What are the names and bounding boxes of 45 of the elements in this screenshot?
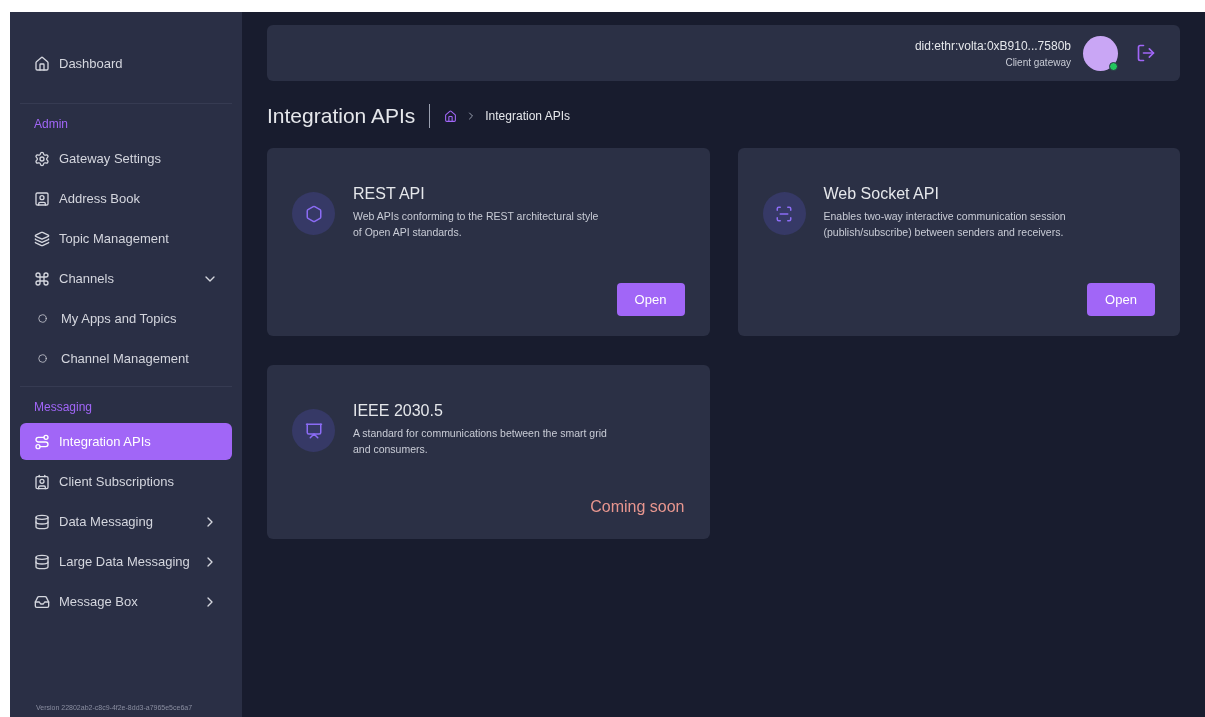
- gear-icon: [34, 150, 50, 167]
- sidebar-item[interactable]: Integration APIs: [20, 423, 232, 460]
- hexagon-icon: [304, 204, 323, 223]
- open-button[interactable]: Open: [616, 283, 685, 316]
- scan-icon: [775, 204, 793, 223]
- sidebar-item[interactable]: Address Book: [20, 180, 232, 217]
- inbox-icon: [34, 593, 50, 610]
- command-icon: [34, 270, 50, 287]
- status-label: Coming soon: [590, 497, 685, 517]
- database-icon: [34, 553, 50, 570]
- sidebar-item[interactable]: Channel Management: [20, 340, 232, 377]
- sidebar-item[interactable]: Topic Management: [20, 220, 232, 257]
- home-icon[interactable]: [444, 109, 458, 123]
- circle-icon: [38, 314, 47, 323]
- contact-card-icon: [34, 473, 50, 490]
- sidebar-item[interactable]: Gateway Settings: [20, 140, 232, 177]
- section-heading: Messaging: [33, 398, 94, 416]
- contact-card-icon: [34, 190, 50, 207]
- card-title: Web Socket API: [823, 184, 940, 204]
- open-button[interactable]: Open: [1087, 283, 1155, 316]
- card-description: Web APIs conforming to the REST architectural style of Open API standards.: [353, 209, 600, 240]
- database-icon: [34, 513, 50, 530]
- user-role: Client gateway: [1005, 55, 1071, 70]
- card-description: Enables two-way interactive communication session (publish/subscribe) between senders and receivers.: [823, 209, 1067, 240]
- logout-icon[interactable]: [1136, 43, 1156, 63]
- circle-icon: [38, 354, 47, 363]
- avatar[interactable]: [1083, 35, 1118, 71]
- board-icon: [304, 421, 323, 440]
- route-icon: [34, 433, 50, 450]
- sidebar-item[interactable]: My Apps and Topics: [20, 300, 232, 337]
- breadcrumb-item: Integration APIs: [485, 108, 570, 125]
- page-title: Integration APIs: [267, 103, 416, 130]
- card-title: REST API: [353, 184, 426, 204]
- sidebar-item[interactable]: Dashboard: [20, 45, 232, 82]
- card-title: IEEE 2030.5: [353, 401, 444, 421]
- sidebar-item[interactable]: Large Data Messaging: [20, 543, 232, 580]
- sidebar-item[interactable]: Message Box: [20, 583, 232, 620]
- sidebar-item[interactable]: Channels: [20, 260, 232, 297]
- sidebar-item[interactable]: Data Messaging: [20, 503, 232, 540]
- sidebar-item[interactable]: Client Subscriptions: [20, 463, 232, 500]
- section-heading: Admin: [33, 115, 69, 133]
- card-description: A standard for communications between the smart grid and consumers.: [353, 426, 608, 457]
- home-icon: [34, 55, 50, 72]
- layers-icon: [34, 230, 50, 247]
- user-id: did:ethr:volta:0xB910...7580b: [914, 37, 1071, 55]
